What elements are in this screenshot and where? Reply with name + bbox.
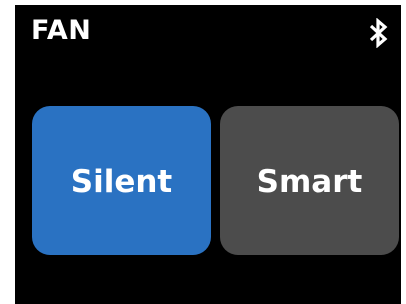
smart-mode-label: Smart bbox=[256, 163, 363, 200]
silent-mode-label: Silent bbox=[70, 163, 173, 200]
screen-title: FAN bbox=[31, 15, 92, 46]
smart-mode-button[interactable]: Smart bbox=[220, 106, 399, 255]
device-screen: FAN Silent Smart bbox=[15, 5, 401, 304]
silent-mode-button[interactable]: Silent bbox=[32, 106, 211, 255]
bluetooth-icon bbox=[367, 18, 389, 48]
